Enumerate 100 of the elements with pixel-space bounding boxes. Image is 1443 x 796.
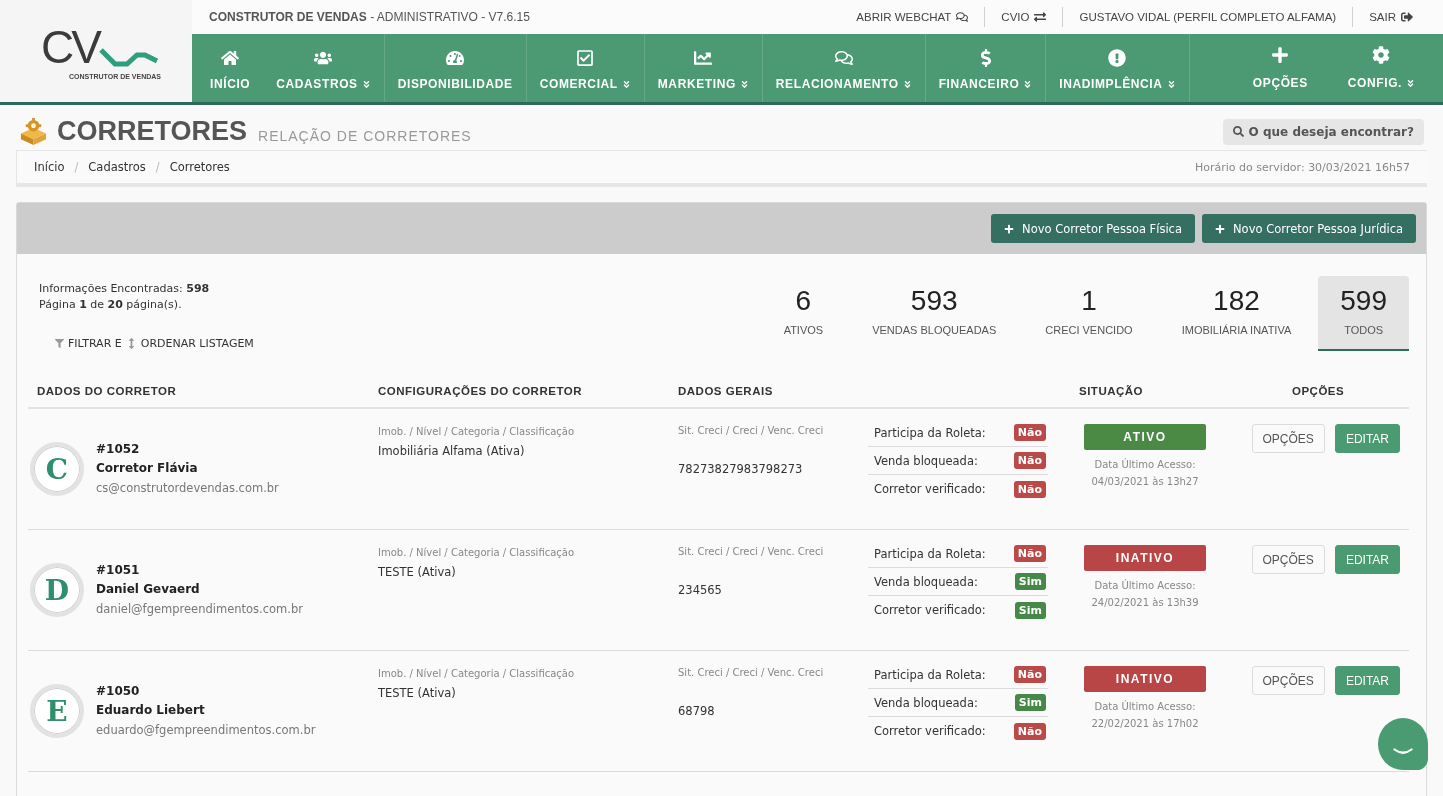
- plus-icon: [1004, 223, 1015, 234]
- field-label: Sit. Creci / Creci / Venc. Creci: [678, 545, 824, 559]
- breadcrumb-link[interactable]: Início: [34, 160, 65, 174]
- broker-name: Eduardo Liebert: [96, 702, 206, 719]
- edit-button[interactable]: EDITAR: [1334, 666, 1400, 695]
- swap-arrows-icon: [1034, 11, 1047, 23]
- gear-box-icon: [20, 118, 47, 145]
- stat-tab[interactable]: 182 IMOBILIÁRIA INATIVA: [1159, 276, 1314, 351]
- status-badge: INATIVO: [1084, 545, 1206, 571]
- options-button[interactable]: OPÇÕES: [1251, 424, 1325, 453]
- stat-tab[interactable]: 6 ATIVOS: [761, 276, 846, 351]
- field-label: Imob. / Nível / Categoria / Classificação: [378, 425, 575, 439]
- chat-bubbles-icon: [834, 49, 853, 67]
- avatar: D: [30, 563, 84, 617]
- broker-email: cs@construtordevendas.com.br: [96, 480, 279, 497]
- column-header: OPÇÕES: [1291, 385, 1346, 397]
- chat-bubbles-icon: [956, 11, 969, 23]
- last-access-label: Data Último Acesso:: [1094, 580, 1196, 591]
- last-access-date: 24/02/2021 às 13h39: [1091, 597, 1199, 608]
- yes-no-badge: Não: [1013, 722, 1046, 740]
- stat-tab[interactable]: 599 TODOS: [1318, 276, 1409, 351]
- nav-item[interactable]: INÍCIO: [192, 34, 264, 102]
- flag-label: Participa da Roleta:: [874, 667, 986, 682]
- status-badge: INATIVO: [1084, 666, 1206, 692]
- results-info: Página 1 de 20 página(s).: [39, 297, 183, 313]
- edit-button[interactable]: EDITAR: [1334, 545, 1400, 574]
- flag-label: Venda bloqueada:: [874, 695, 978, 710]
- stat-tab[interactable]: 1 CRECI VENCIDO: [1023, 276, 1155, 351]
- header-link[interactable]: SAIR: [1352, 7, 1429, 27]
- field-label: Sit. Creci / Creci / Venc. Creci: [678, 666, 824, 680]
- app-title: CONSTRUTOR DE VENDAS - ADMINISTRATIVO - V7.6.15: [209, 10, 530, 24]
- flag-label: Corretor verificado:: [874, 482, 986, 496]
- header-link[interactable]: ABRIR WEBCHAT: [840, 7, 985, 27]
- breadcrumb-separator: /: [154, 160, 161, 174]
- field-value: TESTE (Ativa): [378, 565, 456, 579]
- header-link[interactable]: CVIO: [984, 7, 1063, 27]
- nav-item[interactable]: RELACIONAMENTO: [761, 34, 925, 102]
- nav-item[interactable]: OPÇÕES: [1232, 34, 1328, 102]
- options-button[interactable]: OPÇÕES: [1251, 666, 1325, 695]
- yes-no-badge: Não: [1013, 480, 1046, 498]
- column-header: SITUAÇÃO: [1078, 385, 1145, 397]
- status-badge: ATIVO: [1084, 424, 1206, 450]
- last-access-label: Data Último Acesso:: [1094, 701, 1196, 712]
- exclamation-icon: [1108, 49, 1127, 67]
- line-chart-icon: [694, 49, 713, 67]
- checkbox-icon: [576, 49, 595, 67]
- last-access-label: Data Último Acesso:: [1094, 459, 1196, 470]
- flag-label: Venda bloqueada:: [874, 453, 978, 468]
- yes-no-badge: Sim: [1014, 601, 1046, 619]
- yes-no-badge: Sim: [1014, 573, 1046, 590]
- flag-label: Participa da Roleta:: [874, 425, 986, 440]
- broker-email: eduardo@fgempreendimentos.com.br: [96, 722, 316, 739]
- home-icon: [221, 49, 240, 67]
- nav-item[interactable]: MARKETING: [643, 34, 762, 102]
- header-link[interactable]: GUSTAVO VIDAL (PERFIL COMPLETO ALFAMA): [1062, 7, 1353, 27]
- field-label: Sit. Creci / Creci / Venc. Creci: [678, 424, 824, 438]
- flag-label: Participa da Roleta:: [874, 546, 986, 561]
- column-header: CONFIGURAÇÕES DO CORRETOR: [377, 385, 583, 397]
- broker-id: #1052: [96, 441, 141, 458]
- users-icon: [314, 49, 333, 67]
- yes-no-badge: Não: [1013, 424, 1046, 441]
- yes-no-badge: Sim: [1014, 694, 1046, 711]
- new-broker-button[interactable]: Novo Corretor Pessoa Jurídica: [1202, 214, 1416, 243]
- breadcrumb-separator: /: [73, 160, 80, 174]
- logout-icon: [1401, 11, 1413, 23]
- column-header: DADOS GERAIS: [677, 385, 774, 397]
- flag-label: Venda bloqueada:: [874, 574, 978, 589]
- filter-icon: [55, 339, 64, 348]
- zigzag-icon: [98, 46, 159, 67]
- smile-icon: [1393, 748, 1413, 755]
- logo-letters: CV: [41, 26, 99, 67]
- search-icon: [1232, 126, 1244, 137]
- new-broker-button[interactable]: Novo Corretor Pessoa Física: [991, 214, 1195, 243]
- stat-tab[interactable]: 593 VENDAS BLOQUEADAS: [850, 276, 1019, 351]
- server-time: Horário do servidor: 30/03/2021 16h57: [1195, 160, 1410, 174]
- yes-no-badge: Não: [1013, 666, 1046, 683]
- filter-sort-link[interactable]: FILTRAR E ORDENAR LISTAGEM: [55, 337, 254, 350]
- plus-icon: [1215, 223, 1225, 234]
- options-button[interactable]: OPÇÕES: [1251, 545, 1325, 574]
- nav-item[interactable]: CONFIG.: [1327, 34, 1435, 102]
- search-button[interactable]: O que deseja encontrar?: [1222, 118, 1424, 145]
- breadcrumb-link[interactable]: Cadastros: [88, 160, 146, 174]
- field-value: Imobiliária Alfama (Ativa): [378, 444, 525, 458]
- nav-item[interactable]: FINANCEIRO: [924, 34, 1046, 102]
- nav-item[interactable]: COMERCIAL: [525, 34, 644, 102]
- page-title: CORRETORES: [57, 118, 248, 145]
- edit-button[interactable]: EDITAR: [1334, 424, 1400, 453]
- last-access-date: 22/02/2021 às 17h02: [1091, 718, 1199, 729]
- broker-email: daniel@fgempreendimentos.com.br: [96, 601, 303, 618]
- field-value: 68798: [678, 704, 715, 718]
- nav-item[interactable]: INADIMPLÊNCIA: [1045, 34, 1190, 102]
- plus-icon: [1271, 46, 1290, 64]
- nav-item[interactable]: CADASTROS: [263, 34, 384, 102]
- avatar: E: [30, 684, 84, 738]
- nav-item[interactable]: DISPONIBILIDADE: [383, 34, 526, 102]
- field-value: TESTE (Ativa): [378, 686, 456, 700]
- avatar: C: [30, 442, 84, 496]
- page-subtitle: RELAÇÃO DE CORRETORES: [258, 127, 472, 144]
- settings-icon: [1372, 46, 1391, 64]
- column-header: DADOS DO CORRETOR: [36, 385, 178, 397]
